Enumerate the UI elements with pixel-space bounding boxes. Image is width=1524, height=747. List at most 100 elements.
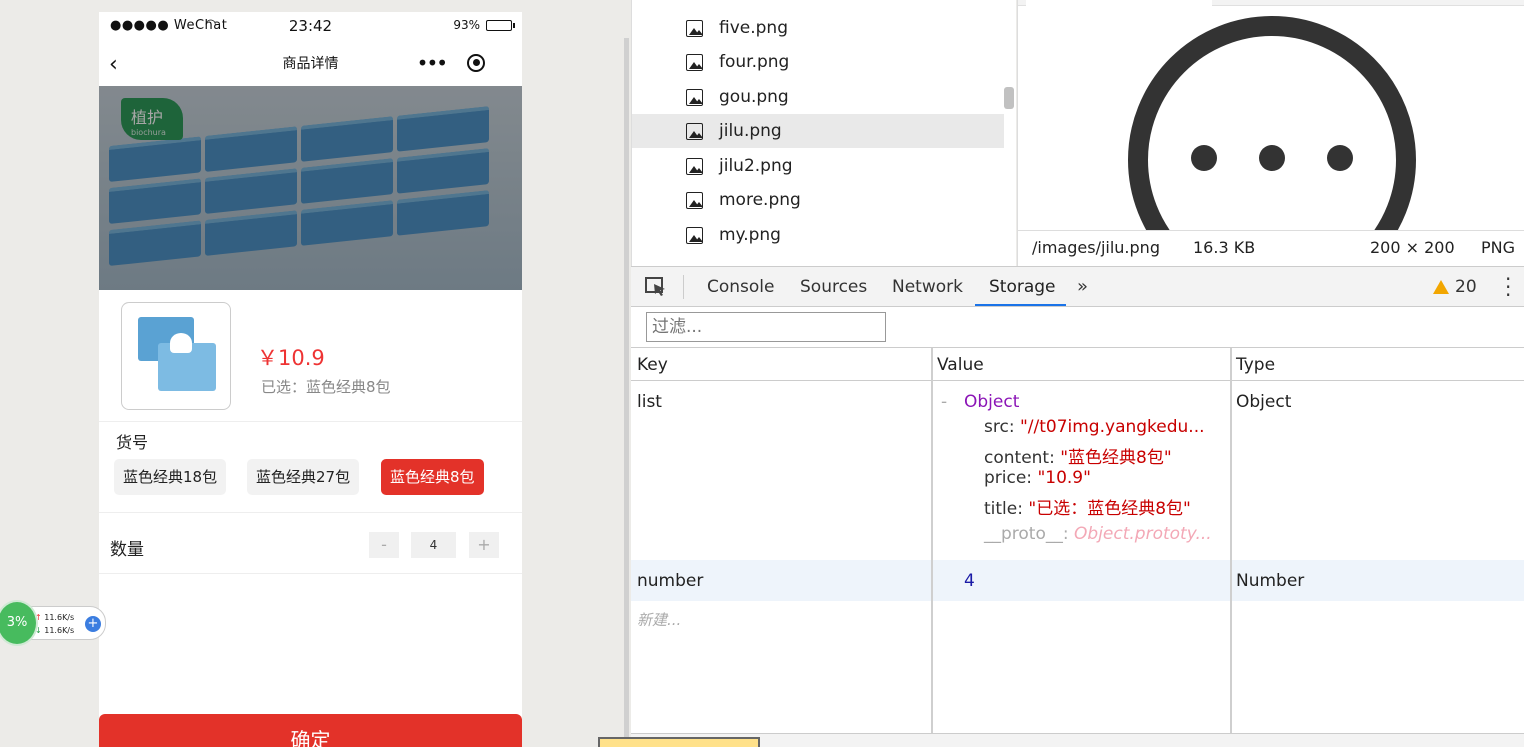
image-file-icon	[686, 88, 703, 106]
download-speed-row: ↓ 11.6K/s	[35, 626, 74, 635]
menu-capsule: •••	[406, 49, 496, 76]
preview-size: 16.3 KB	[1193, 238, 1256, 257]
spec-option[interactable]: 蓝色经典18包	[114, 459, 227, 495]
product-price: ￥10.9	[257, 346, 325, 370]
spec-option-active[interactable]: 蓝色经典8包	[381, 459, 484, 495]
divider	[99, 573, 522, 574]
inspect-element-icon[interactable]	[645, 277, 667, 297]
more-tabs-icon[interactable]: »	[1077, 276, 1088, 297]
file-list-scrollbar[interactable]	[1004, 87, 1014, 109]
column-divider[interactable]	[1230, 348, 1232, 733]
file-name: gou.png	[719, 87, 789, 107]
expand-toggle[interactable]: -	[941, 392, 947, 412]
row-type: Number	[1236, 571, 1305, 591]
more-circle-icon	[1128, 16, 1416, 230]
file-name: four.png	[719, 52, 790, 72]
sku-selection-sheet: ￥10.9 已选：蓝色经典8包 货号 蓝色经典18包 蓝色经典27包 蓝色经典8…	[99, 290, 522, 747]
add-icon[interactable]: +	[85, 616, 101, 632]
battery-indicator: 93%	[453, 18, 515, 32]
nav-bar: ‹ 商品详情 •••	[99, 40, 522, 86]
storage-table: Key Value Type list - Object Object src:…	[631, 348, 1524, 747]
tab-storage[interactable]: Storage	[989, 277, 1056, 297]
field-value: "10.9"	[1037, 468, 1091, 488]
file-row[interactable]: my.png	[632, 218, 1004, 252]
file-name: five.png	[719, 18, 788, 38]
field-name: src:	[984, 417, 1020, 437]
object-field[interactable]: content: "蓝色经典8包"	[984, 443, 1172, 468]
upload-speed-row: ↑ 11.6K/s	[35, 613, 74, 622]
battery-percent: 93%	[453, 18, 480, 32]
column-header-key[interactable]: Key	[637, 355, 668, 375]
field-name: price:	[984, 468, 1038, 488]
image-file-icon	[686, 53, 703, 71]
divider	[99, 512, 522, 513]
icon-dot	[1191, 145, 1217, 171]
table-header: Key Value Type	[631, 348, 1524, 381]
tab-separator	[683, 275, 684, 299]
net-speed-widget[interactable]: ↑ 11.6K/s ↓ 11.6K/s + 3%	[0, 600, 110, 646]
warnings-counter[interactable]: 20	[1433, 277, 1477, 297]
spec-option[interactable]: 蓝色经典27包	[247, 459, 360, 495]
preview-image	[1018, 6, 1524, 230]
value-object-label[interactable]: Object	[964, 392, 1019, 412]
object-field[interactable]: title: "已选：蓝色经典8包"	[984, 494, 1191, 519]
preview-path: /images/jilu.png	[1032, 238, 1160, 257]
icon-dot	[1327, 145, 1353, 171]
file-row[interactable]: four.png	[632, 45, 1004, 79]
close-miniprogram-icon[interactable]	[467, 53, 486, 72]
field-value: Object.prototy...	[1074, 524, 1212, 544]
field-name: content:	[984, 448, 1061, 468]
file-name: my.png	[719, 225, 781, 245]
row-key[interactable]: list	[637, 392, 662, 412]
column-header-value[interactable]: Value	[937, 355, 984, 375]
file-row[interactable]: gou.png	[632, 80, 1004, 114]
column-divider[interactable]	[931, 348, 933, 733]
file-row[interactable]: five.png	[632, 11, 1004, 45]
selected-variant: 已选：蓝色经典8包	[261, 378, 391, 396]
more-dots-icon[interactable]: •••	[417, 53, 448, 73]
field-name: __proto__:	[984, 524, 1075, 544]
file-name: jilu2.png	[719, 156, 793, 176]
quantity-label: 数量	[110, 540, 144, 560]
new-entry-placeholder[interactable]: 新建...	[637, 609, 681, 630]
image-file-icon	[686, 122, 703, 140]
kebab-menu-icon[interactable]: · · ·	[1505, 269, 1511, 305]
file-row-selected[interactable]: jilu.png	[632, 114, 1004, 148]
column-header-type[interactable]: Type	[1236, 355, 1275, 375]
file-row[interactable]: more.png	[632, 183, 1004, 217]
object-proto-field[interactable]: __proto__: Object.prototy...	[984, 524, 1212, 544]
divider	[99, 421, 522, 422]
upload-speed: 11.6K/s	[44, 613, 75, 622]
row-type: Object	[1236, 392, 1292, 412]
filter-input[interactable]	[646, 312, 886, 342]
active-tab-indicator	[975, 304, 1066, 306]
field-value: "已选：蓝色经典8包"	[1028, 499, 1191, 519]
preview-info-bar: /images/jilu.png 16.3 KB 200 × 200 PNG	[1018, 230, 1524, 266]
row-key[interactable]: number	[637, 571, 703, 591]
filter-bar	[631, 307, 1524, 348]
file-name: more.png	[719, 190, 801, 210]
spec-label: 货号	[116, 433, 149, 452]
table-footer	[631, 733, 1524, 747]
object-field[interactable]: src: "//t07img.yangkedu...	[984, 417, 1205, 437]
image-preview-panel: /images/jilu.png 16.3 KB 200 × 200 PNG	[1017, 0, 1524, 266]
devtools-tab-bar: Console Sources Network Storage » 20 · · ·	[631, 266, 1524, 307]
simulator-scrollbar[interactable]	[624, 38, 629, 747]
net-speed-panel: ↑ 11.6K/s ↓ 11.6K/s +	[26, 606, 106, 640]
tab-console[interactable]: Console	[707, 277, 775, 297]
confirm-button[interactable]: 确定	[99, 714, 522, 747]
preview-format: PNG	[1481, 238, 1516, 257]
object-field[interactable]: price: "10.9"	[984, 468, 1091, 488]
tab-sources[interactable]: Sources	[800, 277, 867, 297]
file-row[interactable]: jilu2.png	[632, 149, 1004, 183]
quantity-minus-button[interactable]: -	[369, 532, 399, 558]
field-name: title:	[984, 499, 1029, 519]
modal-overlay[interactable]	[99, 86, 522, 290]
tab-network[interactable]: Network	[892, 277, 963, 297]
warning-count: 20	[1455, 277, 1477, 297]
image-file-icon	[686, 19, 703, 37]
quantity-plus-button[interactable]: +	[469, 532, 499, 558]
taskbar-window-hint[interactable]	[598, 737, 760, 747]
quantity-value[interactable]: 4	[411, 532, 456, 558]
row-value[interactable]: 4	[964, 571, 975, 591]
